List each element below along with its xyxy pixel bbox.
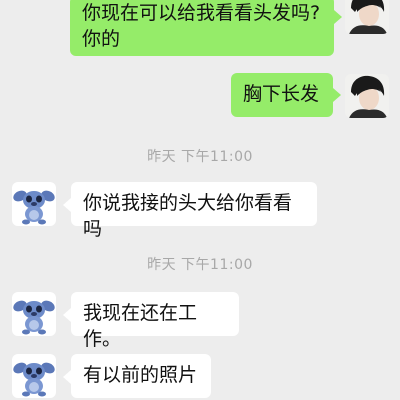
portrait-avatar-icon	[345, 0, 389, 34]
bubble-tail	[63, 198, 71, 212]
self-avatar[interactable]	[345, 74, 389, 118]
message-bubble-received[interactable]: 我现在还在工作。	[71, 292, 239, 350]
message-bubble-received[interactable]: 你说我接的头大给你看看吗	[71, 182, 317, 240]
contact-avatar[interactable]	[12, 182, 56, 226]
portrait-avatar-icon	[345, 74, 389, 118]
stitch-avatar-icon	[12, 292, 56, 336]
message-bubble-sent[interactable]: 你现在可以给我看看头发吗? 你的	[70, 0, 334, 56]
message-text: 你的	[82, 28, 121, 50]
bubble-tail	[334, 10, 342, 24]
self-avatar[interactable]	[345, 0, 389, 34]
message-bubble-received[interactable]: 有以前的照片	[71, 354, 211, 398]
bubble-tail	[333, 88, 341, 102]
message-text: 你现在可以给我看看头发吗?	[82, 2, 321, 24]
timestamp: 昨天 下午11:00	[147, 149, 253, 165]
message-text: 我现在还在工作。	[83, 302, 198, 350]
message-bubble-sent[interactable]: 胸下长发	[231, 73, 333, 117]
timestamp: 昨天 下午11:00	[147, 257, 253, 273]
bubble-tail	[63, 308, 71, 322]
message-text: 你说我接的头大给你看看吗	[83, 192, 293, 240]
stitch-avatar-icon	[12, 182, 56, 226]
contact-avatar[interactable]	[12, 292, 56, 336]
contact-avatar[interactable]	[12, 354, 56, 398]
message-text: 胸下长发	[243, 83, 320, 105]
bubble-tail	[63, 370, 71, 384]
message-text: 有以前的照片	[83, 364, 198, 386]
stitch-avatar-icon	[12, 354, 56, 398]
